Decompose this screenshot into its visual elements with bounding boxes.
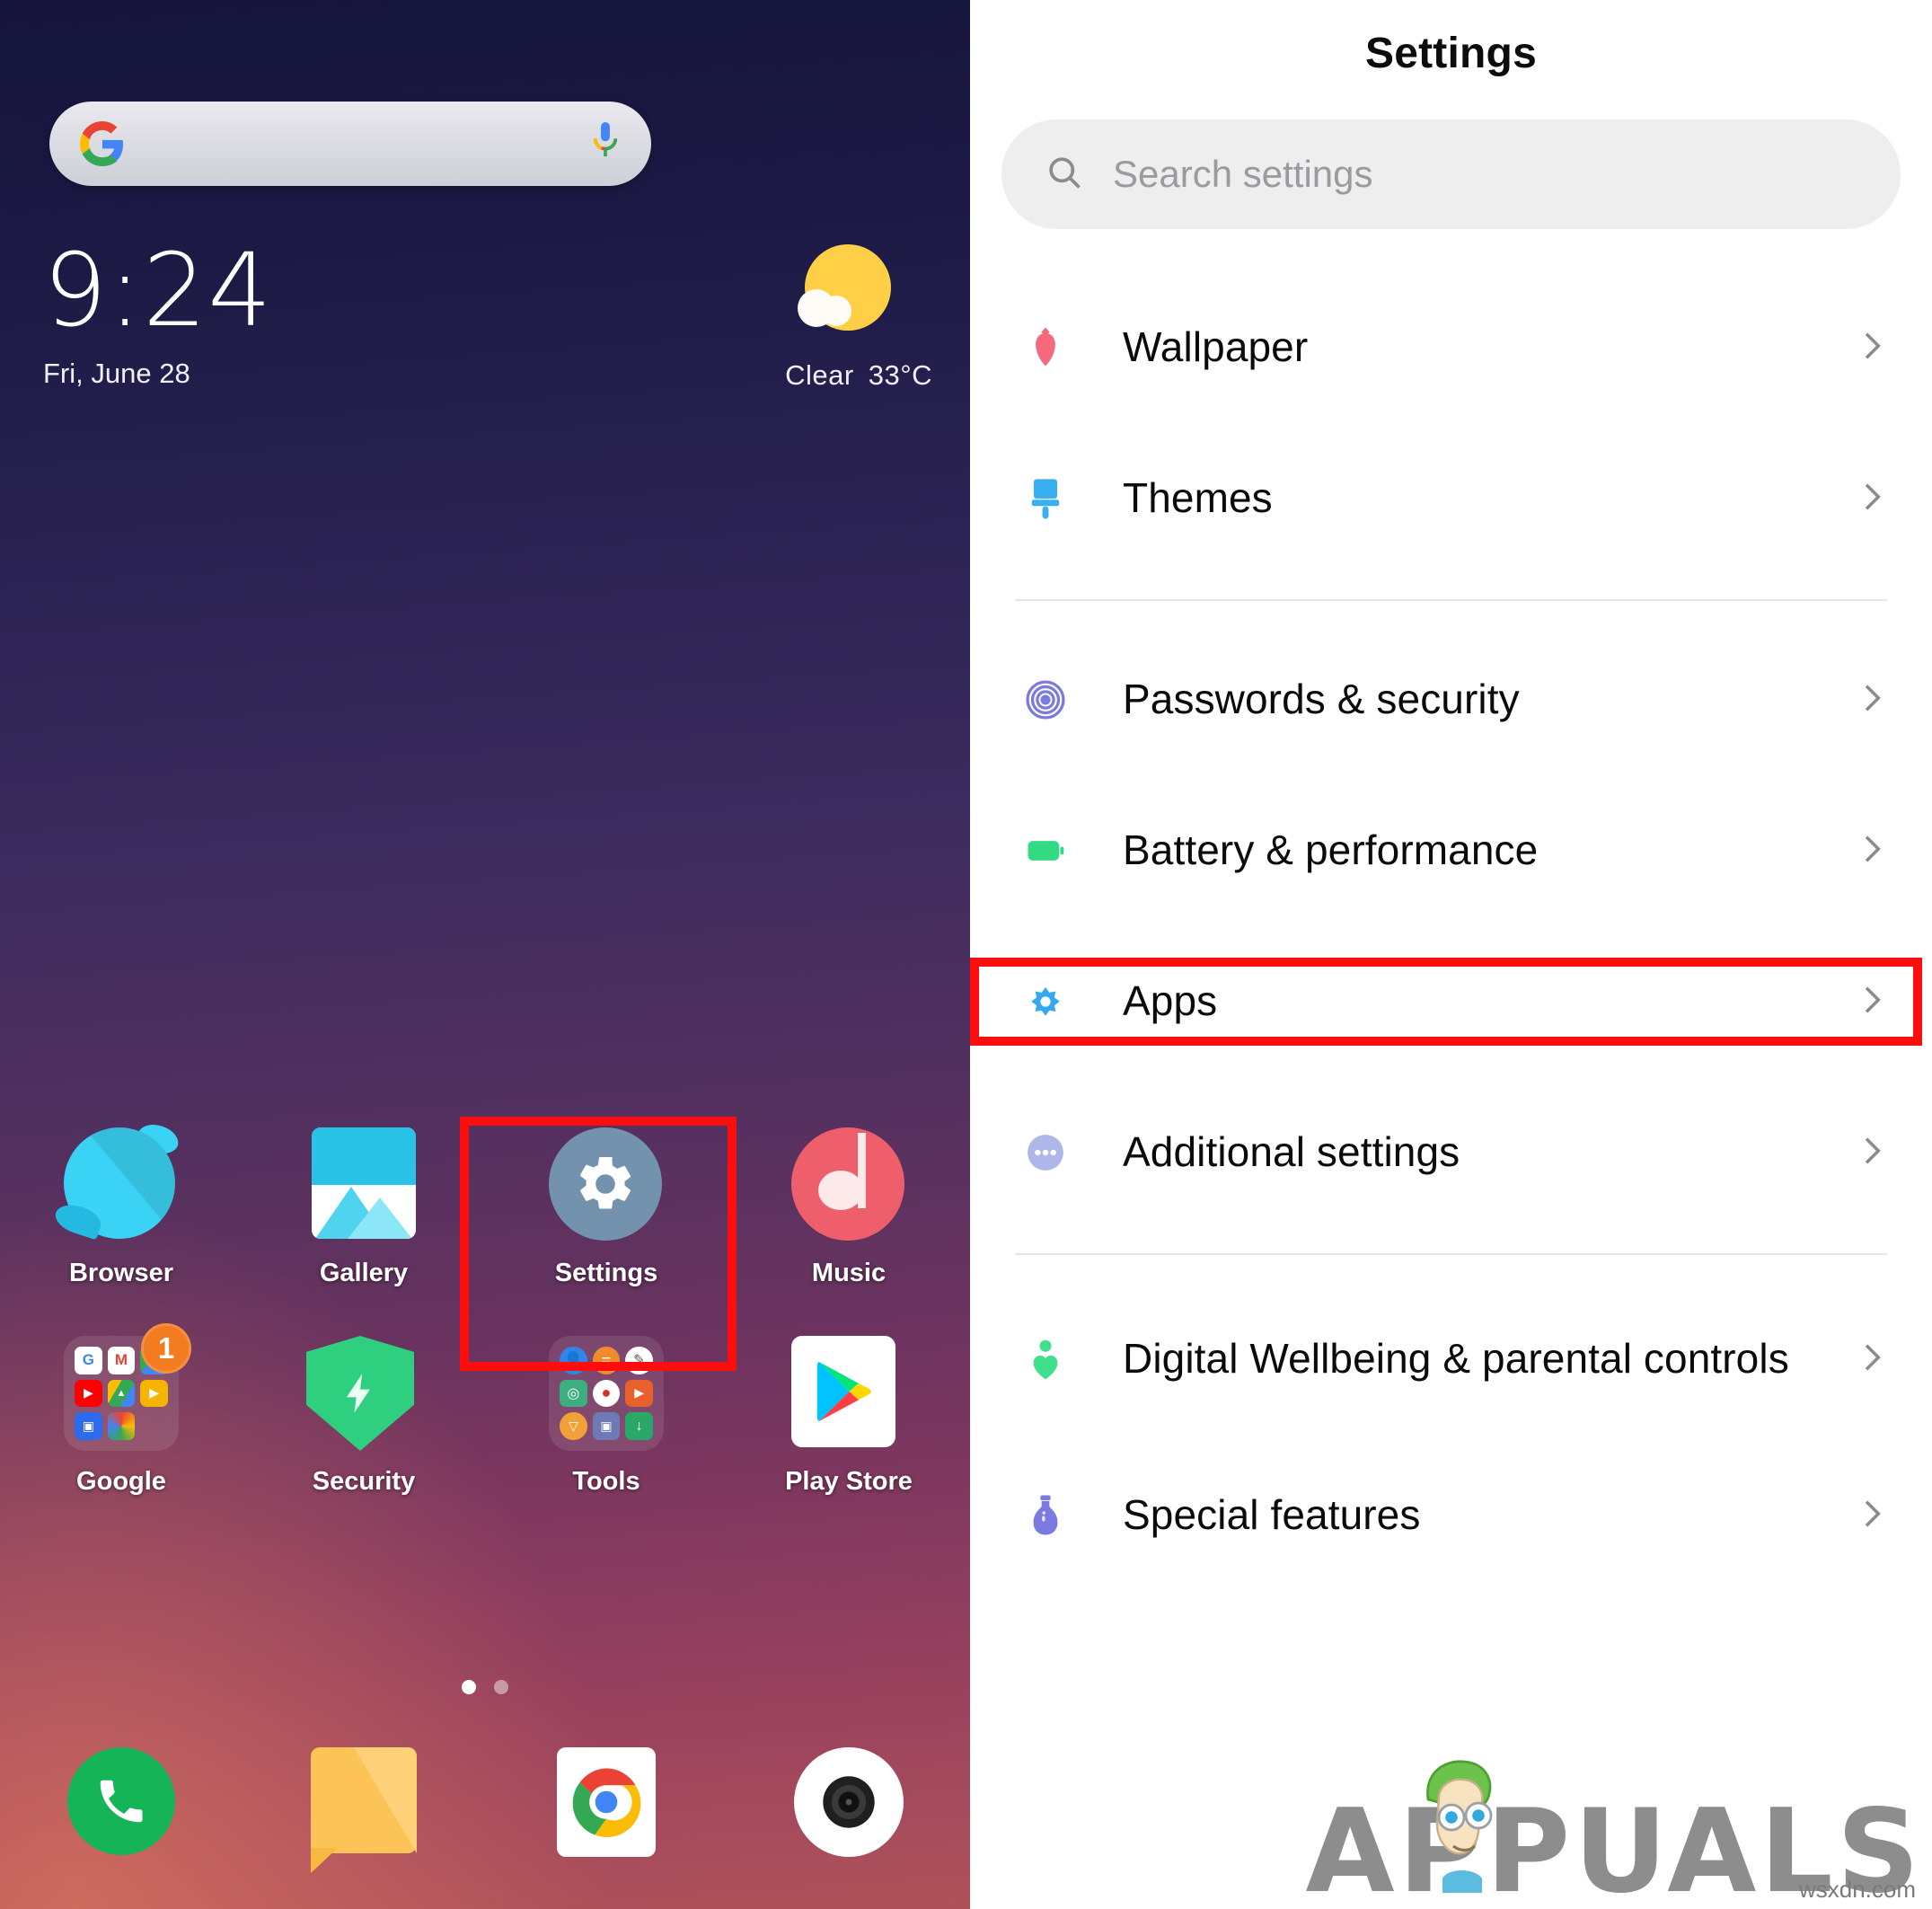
settings-row-label: Digital Wellbeing & parental controls bbox=[1123, 1335, 1789, 1383]
page-dot-1[interactable] bbox=[462, 1680, 476, 1694]
app-security[interactable]: Security bbox=[243, 1336, 485, 1497]
apps-flower-icon bbox=[1002, 978, 1089, 1025]
security-shield-icon bbox=[306, 1336, 421, 1451]
app-gallery[interactable]: Gallery bbox=[243, 1127, 485, 1288]
message-bubble-icon bbox=[311, 1747, 417, 1873]
clock-time: 9:24 bbox=[43, 233, 273, 349]
chevron-right-icon bbox=[1853, 1496, 1889, 1536]
camera-lens-icon bbox=[794, 1747, 904, 1857]
chevron-right-icon bbox=[1853, 479, 1889, 519]
app-label: Security bbox=[312, 1467, 416, 1496]
dock-chrome[interactable] bbox=[485, 1747, 728, 1857]
music-note-icon bbox=[791, 1127, 906, 1242]
app-label: Gallery bbox=[319, 1259, 409, 1287]
ellipsis-icon bbox=[1002, 1129, 1089, 1176]
settings-row-apps[interactable]: Apps bbox=[970, 926, 1932, 1077]
google-search-widget[interactable] bbox=[49, 102, 651, 186]
page-indicator bbox=[0, 1680, 970, 1694]
settings-row-wallpaper[interactable]: Wallpaper bbox=[970, 272, 1932, 423]
chevron-right-icon bbox=[1853, 1339, 1889, 1380]
app-browser[interactable]: Browser bbox=[0, 1127, 243, 1288]
phone-home-screen: 9:24 Fri, June 28 Clear 33°C Browser Gal… bbox=[0, 0, 970, 1909]
search-placeholder: Search settings bbox=[1113, 153, 1373, 195]
google-folder-icon: G M ◆ ▶ ▲ ▶ ▣ 1 bbox=[64, 1323, 191, 1451]
chrome-icon bbox=[557, 1747, 656, 1857]
phone-handset-icon bbox=[67, 1747, 175, 1855]
paintbrush-icon bbox=[1002, 475, 1089, 522]
clock-date: Fri, June 28 bbox=[43, 358, 190, 389]
settings-row-label: Themes bbox=[1123, 474, 1273, 522]
app-label: Browser bbox=[68, 1259, 174, 1287]
section-divider bbox=[1015, 1253, 1887, 1255]
settings-row-passwords-security[interactable]: Passwords & security bbox=[970, 624, 1932, 775]
settings-list: Wallpaper Themes Passwords & security Ba… bbox=[970, 272, 1932, 1591]
page-dot-2[interactable] bbox=[494, 1680, 508, 1694]
google-g-icon bbox=[80, 121, 125, 166]
section-divider bbox=[1015, 599, 1887, 601]
settings-row-additional-settings[interactable]: Additional settings bbox=[970, 1077, 1932, 1228]
watermark-url: wsxdn.com bbox=[1798, 1876, 1916, 1903]
settings-row-battery-performance[interactable]: Battery & performance bbox=[970, 775, 1932, 926]
settings-row-label: Battery & performance bbox=[1123, 826, 1539, 874]
gallery-photo-icon bbox=[306, 1127, 421, 1242]
app-row-1: Browser Gallery Settings Music bbox=[0, 1127, 970, 1288]
weather-condition: Clear bbox=[785, 359, 854, 391]
watermark: APPUALS wsxdn.com bbox=[1306, 1760, 1924, 1909]
potion-flask-icon bbox=[1002, 1492, 1089, 1539]
battery-icon bbox=[1002, 827, 1089, 874]
appuals-mascot-icon bbox=[1407, 1753, 1514, 1893]
settings-row-label: Special features bbox=[1123, 1491, 1421, 1539]
dock-phone[interactable] bbox=[0, 1747, 243, 1857]
play-store-icon bbox=[791, 1336, 906, 1451]
search-icon bbox=[1045, 153, 1084, 197]
sun-behind-cloud-icon bbox=[798, 244, 895, 341]
heart-person-icon bbox=[1002, 1336, 1089, 1383]
weather-temperature: 33°C bbox=[868, 359, 932, 391]
app-label: Settings bbox=[554, 1259, 658, 1287]
tools-folder-icon: 👤 = ✎ ◎ ● ▶ ▽ ▣ ↓ bbox=[549, 1336, 664, 1451]
chevron-right-icon bbox=[1853, 680, 1889, 720]
app-music[interactable]: Music bbox=[728, 1127, 970, 1288]
tulip-icon bbox=[1002, 324, 1089, 371]
app-label: Tools bbox=[572, 1467, 640, 1496]
clock-widget[interactable]: 9:24 Fri, June 28 bbox=[43, 233, 273, 390]
app-settings[interactable]: Settings bbox=[485, 1127, 728, 1288]
chevron-right-icon bbox=[1853, 831, 1889, 871]
settings-row-label: Passwords & security bbox=[1123, 676, 1520, 723]
settings-row-label: Additional settings bbox=[1123, 1128, 1460, 1176]
settings-row-label: Wallpaper bbox=[1123, 323, 1309, 371]
weather-text: Clear 33°C bbox=[636, 359, 932, 392]
app-play-store[interactable]: Play Store bbox=[728, 1336, 970, 1497]
app-row-2: G M ◆ ▶ ▲ ▶ ▣ 1 Google bbox=[0, 1323, 970, 1497]
notification-badge: 1 bbox=[141, 1323, 191, 1374]
settings-gear-icon bbox=[549, 1127, 664, 1242]
app-label: Music bbox=[811, 1259, 887, 1287]
settings-row-special-features[interactable]: Special features bbox=[970, 1440, 1932, 1591]
app-google-folder[interactable]: G M ◆ ▶ ▲ ▶ ▣ 1 Google bbox=[0, 1323, 243, 1497]
dock-messages[interactable] bbox=[243, 1747, 485, 1873]
app-label: Play Store bbox=[785, 1467, 913, 1496]
browser-planet-icon bbox=[64, 1127, 179, 1242]
settings-row-themes[interactable]: Themes bbox=[970, 423, 1932, 574]
app-tools-folder[interactable]: 👤 = ✎ ◎ ● ▶ ▽ ▣ ↓ Tools bbox=[485, 1336, 728, 1497]
chevron-right-icon bbox=[1853, 328, 1889, 368]
settings-row-label: Apps bbox=[1123, 977, 1218, 1025]
dock-camera[interactable] bbox=[728, 1747, 970, 1857]
app-grid: Browser Gallery Settings Music G M ▶ ▲ ▶… bbox=[0, 1127, 970, 1497]
settings-row-digital-wellbeing[interactable]: Digital Wellbeing & parental controls bbox=[970, 1278, 1932, 1440]
dock bbox=[0, 1747, 970, 1873]
settings-panel: Settings Search settings Wallpaper Theme… bbox=[970, 0, 1932, 1909]
page-title: Settings bbox=[1365, 30, 1537, 77]
chevron-right-icon bbox=[1853, 982, 1889, 1022]
weather-widget[interactable]: Clear 33°C bbox=[636, 244, 932, 392]
app-label: Google bbox=[76, 1467, 166, 1496]
fingerprint-icon bbox=[1002, 676, 1089, 723]
chevron-right-icon bbox=[1853, 1133, 1889, 1173]
search-input[interactable]: Search settings bbox=[1001, 119, 1901, 229]
microphone-icon[interactable] bbox=[590, 122, 621, 165]
